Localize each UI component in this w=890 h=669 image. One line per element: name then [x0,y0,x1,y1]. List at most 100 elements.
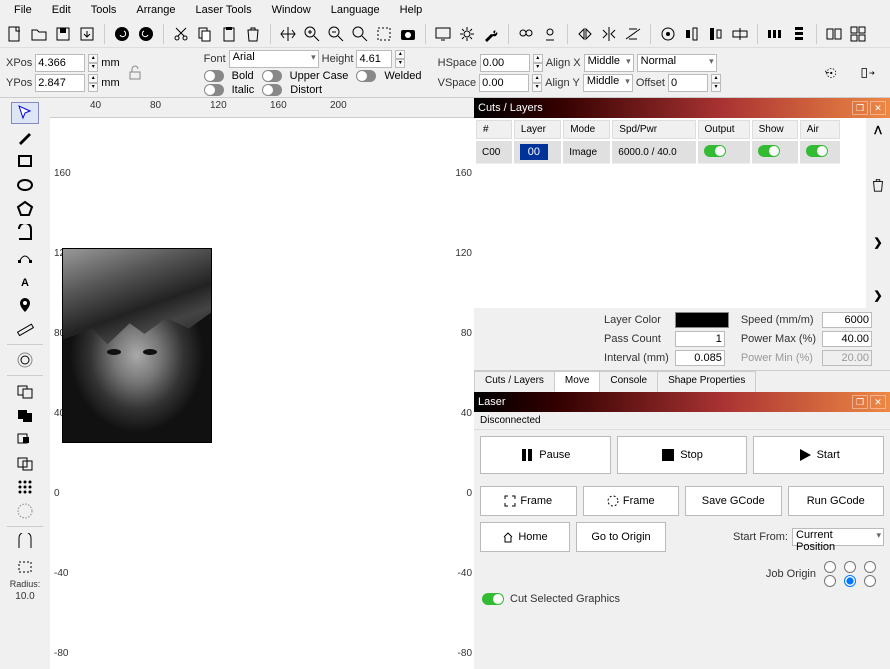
font-height-input[interactable] [356,50,392,68]
zoom-fit-icon[interactable] [349,23,371,45]
menu-window[interactable]: Window [262,2,321,18]
arrange1-icon[interactable] [823,23,845,45]
select-tool[interactable] [11,102,39,124]
polygon-tool[interactable] [11,198,39,220]
layer-color-swatch[interactable] [675,312,729,328]
canvas[interactable]: 4080120160200 16012080400-40-80 16012080… [50,98,474,669]
align-c3-icon[interactable] [729,23,751,45]
tab-shape[interactable]: Shape Properties [657,371,756,392]
col-show[interactable]: Show [752,120,798,139]
frame-button[interactable]: Frame [480,486,577,516]
alignx-combo[interactable]: Middle [584,54,634,72]
menu-edit[interactable]: Edit [42,2,81,18]
ypos-stepper[interactable]: ▴▾ [88,74,98,92]
col-num[interactable]: # [476,120,512,139]
menu-laser-tools[interactable]: Laser Tools [186,2,262,18]
cuts-panel-header[interactable]: Cuts / Layers ❐ ✕ [474,98,890,118]
hspace-stepper[interactable]: ▴▾ [533,54,543,72]
menu-file[interactable]: File [4,2,42,18]
save-icon[interactable] [52,23,74,45]
col-output[interactable]: Output [698,120,750,139]
image-object[interactable] [62,248,212,443]
vspace-stepper[interactable]: ▴▾ [532,74,542,92]
run-gcode-button[interactable]: Run GCode [788,486,885,516]
trash-icon[interactable] [870,177,886,196]
frame-circle-button[interactable]: Frame [583,486,680,516]
paste-icon[interactable] [218,23,240,45]
undock-icon[interactable]: ❐ [852,395,868,409]
draw-tool[interactable] [11,126,39,148]
close-icon[interactable]: ✕ [870,101,886,115]
offset-stepper[interactable]: ▴▾ [711,74,721,92]
ellipse-tool[interactable] [11,174,39,196]
hspace-input[interactable] [480,54,530,72]
stop-button[interactable]: Stop [617,436,748,474]
redo-icon[interactable] [135,23,157,45]
measure-tool[interactable] [11,318,39,340]
export-icon[interactable] [76,23,98,45]
close-icon[interactable]: ✕ [870,395,886,409]
job-origin-grid[interactable] [824,561,882,587]
copy-icon[interactable] [194,23,216,45]
dist-h-icon[interactable] [764,23,786,45]
align-c2-icon[interactable] [705,23,727,45]
boolean3-tool[interactable] [11,452,39,474]
new-icon[interactable] [4,23,26,45]
group-icon[interactable] [515,23,537,45]
interval-input[interactable] [675,350,725,366]
home-button[interactable]: Home [480,522,570,552]
wrench-icon[interactable] [480,23,502,45]
xpos-input[interactable] [35,54,85,72]
menu-tools[interactable]: Tools [81,2,127,18]
tab-console[interactable]: Console [599,371,658,392]
align-obj-icon[interactable] [852,62,884,84]
radial-tool[interactable] [11,500,39,522]
layer-swatch[interactable]: 00 [520,144,548,160]
delete-icon[interactable] [242,23,264,45]
speed-input[interactable] [822,312,872,328]
align-left-icon[interactable] [657,23,679,45]
font-combo[interactable]: Arial [229,50,319,68]
distort-toggle[interactable] [262,84,282,96]
dist-v-icon[interactable] [788,23,810,45]
air-toggle[interactable] [806,145,828,157]
boolean2-tool[interactable] [11,428,39,450]
mirror-icon[interactable] [598,23,620,45]
weld-tool[interactable] [11,380,39,402]
undo-icon[interactable] [111,23,133,45]
col-layer[interactable]: Layer [514,120,561,139]
right2-icon[interactable]: ❯ [873,289,882,302]
frame-select-icon[interactable] [373,23,395,45]
col-mode[interactable]: Mode [563,120,610,139]
goto-origin-button[interactable]: Go to Origin [576,522,666,552]
xpos-stepper[interactable]: ▴▾ [88,54,98,72]
shape2-tool[interactable] [11,555,39,577]
font-height-stepper[interactable]: ▴▾ [395,50,405,68]
bezier-tool[interactable] [11,222,39,244]
right1-icon[interactable]: ❯ [873,236,882,249]
table-row[interactable]: C00 00 Image 6000.0 / 40.0 [476,141,840,164]
output-toggle[interactable] [704,145,726,157]
tab-cuts[interactable]: Cuts / Layers [474,371,555,392]
show-toggle[interactable] [758,145,780,157]
pan-icon[interactable] [277,23,299,45]
menu-arrange[interactable]: Arrange [126,2,185,18]
camera-icon[interactable] [397,23,419,45]
upper-toggle[interactable] [262,70,282,82]
cut-selected-toggle[interactable] [482,593,504,605]
tab-move[interactable]: Move [554,371,600,392]
text-tool[interactable]: A [11,270,39,292]
start-from-combo[interactable]: Current Position [792,528,884,546]
rect-tool[interactable] [11,150,39,172]
offset-tool[interactable] [11,349,39,371]
undock-icon[interactable]: ❐ [852,101,868,115]
monitor-icon[interactable] [432,23,454,45]
zoom-out-icon[interactable] [325,23,347,45]
zoom-in-icon[interactable] [301,23,323,45]
ypos-input[interactable] [35,74,85,92]
vspace-input[interactable] [479,74,529,92]
italic-toggle[interactable] [204,84,224,96]
lock-icon[interactable] [124,62,146,84]
edit-nodes-tool[interactable] [11,246,39,268]
bold-toggle[interactable] [204,70,224,82]
